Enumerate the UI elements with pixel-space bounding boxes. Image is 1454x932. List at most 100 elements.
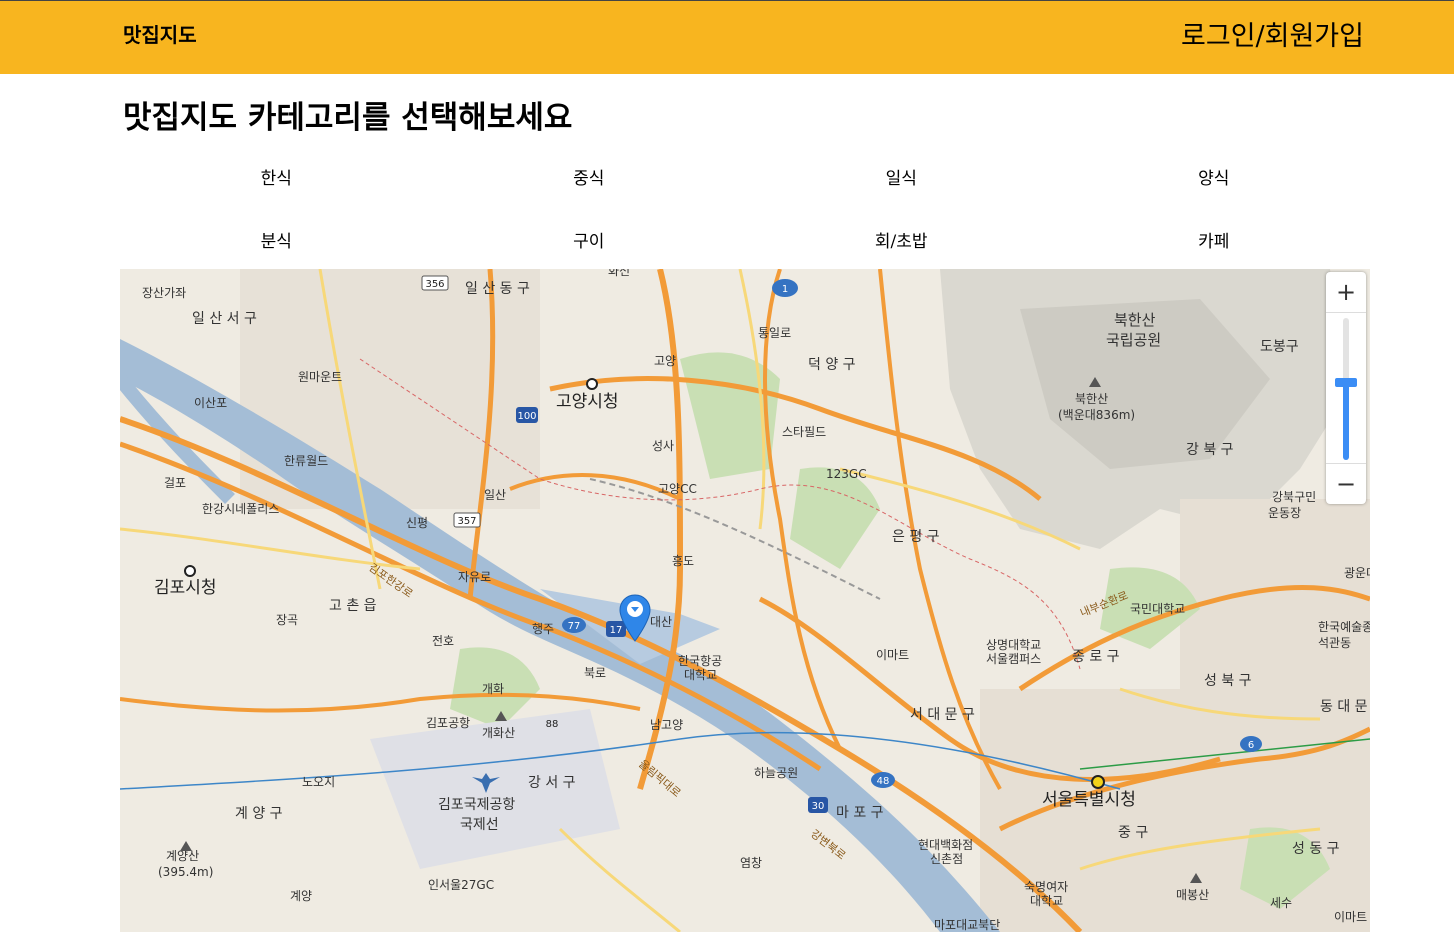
- label-mapo: 마 포 구: [836, 805, 884, 821]
- label-emart2: 이마트: [1334, 910, 1367, 924]
- label-starfield: 스타필드: [782, 425, 826, 439]
- category-grid: 한식 중식 일식 양식 분식 구이 회/초밥 카페: [120, 145, 1370, 271]
- label-bukhansan-peak: 북한산: [1075, 392, 1108, 406]
- label-ilsanseo: 일 산 서 구: [192, 311, 257, 327]
- label-mapogyo: 마포대교북단: [934, 918, 1000, 932]
- route-357: 357: [457, 516, 476, 527]
- route-77: 77: [568, 621, 581, 632]
- label-seongsa: 성사: [652, 439, 674, 453]
- label-sinpyeong: 신평: [406, 516, 428, 530]
- label-deokyang: 덕 양 구: [808, 357, 856, 373]
- category-chinese[interactable]: 중식: [433, 145, 746, 208]
- route-1: 1: [782, 284, 788, 295]
- label-ilsan: 일산: [484, 488, 506, 502]
- label-kau: 한국항공: [678, 654, 722, 668]
- label-incheon27: 인서울27GC: [428, 878, 494, 892]
- map-canvas[interactable]: 장산가좌 일 산 동 구 일 산 서 구 원마운트 이산포 한류월드 걸포 한강…: [120, 269, 1370, 932]
- category-grill[interactable]: 구이: [433, 208, 746, 271]
- label-gimpo-airport-stn: 김포공항: [426, 716, 470, 730]
- label-sesu: 세수: [1270, 896, 1292, 910]
- label-sookmyung2: 대학교: [1030, 894, 1063, 908]
- label-sangmyung: 상명대학교: [986, 638, 1041, 652]
- label-nojoji: 노오지: [302, 775, 335, 789]
- urban-seoul-center: [980, 689, 1200, 932]
- label-haengju: 행주: [532, 621, 554, 636]
- label-eunpyeong: 은 평 구: [892, 529, 940, 545]
- label-gwangun: 광운대: [1344, 566, 1370, 580]
- label-gaehwasan: 개화산: [482, 726, 515, 740]
- label-gyeyang: 계양: [290, 889, 312, 903]
- label-hyundai: 현대백화점: [918, 838, 973, 852]
- category-western[interactable]: 양식: [1058, 145, 1371, 208]
- label-sookmyung: 숙명여자: [1024, 880, 1068, 894]
- route-88: 88: [546, 719, 559, 730]
- zoom-level-fill: [1343, 381, 1349, 460]
- label-haneul: 하늘공원: [754, 766, 798, 780]
- label-hwajeon: 화전: [608, 269, 630, 278]
- zoom-control: + −: [1326, 272, 1366, 504]
- label-daesan: 대산: [650, 615, 672, 629]
- label-gangbuk-stad2: 운동장: [1268, 506, 1301, 520]
- label-goyang-cc: 고양CC: [658, 482, 697, 496]
- label-bukhansan-np: 북한산: [1114, 311, 1156, 329]
- category-korean[interactable]: 한식: [120, 145, 433, 208]
- label-dobong: 도봉구: [1260, 339, 1299, 355]
- category-snack[interactable]: 분식: [120, 208, 433, 271]
- category-sushi[interactable]: 회/초밥: [745, 208, 1058, 271]
- label-gyeyangsan-h: (395.4m): [158, 865, 213, 879]
- label-gimpo-intl2: 국제선: [460, 817, 499, 833]
- zoom-in-button[interactable]: +: [1326, 272, 1366, 313]
- label-gimpo-intl: 김포국제공항: [438, 797, 515, 813]
- brand-logo[interactable]: 맛집지도: [123, 19, 197, 48]
- label-gangbuk-stad: 강북구민: [1272, 490, 1316, 504]
- label-namgoyang: 남고양: [650, 718, 683, 732]
- route-100: 100: [517, 411, 536, 422]
- label-maebongsan: 매봉산: [1176, 888, 1209, 902]
- label-ilsandong: 일 산 동 구: [465, 281, 530, 297]
- location-pin-icon[interactable]: [619, 594, 651, 642]
- label-bukro: 북로: [584, 666, 606, 680]
- label-seoul-city: 서울특별시청: [1042, 790, 1136, 810]
- label-geolpo: 걸포: [164, 476, 186, 490]
- label-gimpo-city: 김포시청: [154, 578, 217, 598]
- label-jongno: 종 로 구: [1072, 649, 1120, 665]
- label-junggu: 중 구: [1118, 825, 1148, 841]
- zoom-slider-handle[interactable]: [1335, 377, 1357, 387]
- route-48: 48: [877, 776, 890, 787]
- label-seongbuk: 성 북 구: [1204, 673, 1252, 689]
- label-sangmyung2: 서울캠퍼스: [986, 652, 1041, 666]
- label-kau2: 대학교: [684, 668, 717, 682]
- label-yeomchang: 염창: [740, 856, 762, 870]
- label-bukhansan-peak2: (백운대836m): [1058, 408, 1135, 422]
- route-6: 6: [1248, 740, 1254, 751]
- top-header: 맛집지도 로그인/회원가입: [0, 0, 1454, 74]
- label-hongdo: 흥도: [672, 554, 694, 568]
- category-cafe[interactable]: 카페: [1058, 208, 1371, 271]
- label-hanryu: 한류월드: [284, 454, 328, 468]
- label-jangsan: 장산가좌: [142, 286, 186, 300]
- route-356: 356: [425, 279, 444, 290]
- label-wonmaun: 원마운트: [298, 370, 342, 384]
- label-123gc: 123GC: [826, 467, 867, 481]
- zoom-out-button[interactable]: −: [1326, 463, 1366, 504]
- login-signup-link[interactable]: 로그인/회원가입: [1181, 14, 1364, 53]
- label-goyang-city: 고양시청: [556, 392, 619, 412]
- label-isanpo: 이산포: [194, 396, 227, 410]
- label-seodaemun: 서 대 문 구: [910, 707, 975, 723]
- label-kookmin: 국민대학교: [1130, 602, 1185, 616]
- category-japanese[interactable]: 일식: [745, 145, 1058, 208]
- route-30: 30: [812, 801, 825, 812]
- label-goyang: 고양: [654, 354, 676, 368]
- label-tongil: 통일로: [758, 326, 791, 340]
- map-view[interactable]: 장산가좌 일 산 동 구 일 산 서 구 원마운트 이산포 한류월드 걸포 한강…: [120, 269, 1370, 932]
- label-emart: 이마트: [876, 648, 909, 662]
- label-gangbuk: 강 북 구: [1186, 442, 1234, 458]
- label-gyeyang-gu: 계 양 구: [235, 806, 283, 822]
- label-karts2: 석관동: [1318, 636, 1351, 650]
- page-title: 맛집지도 카테고리를 선택해보세요: [123, 100, 573, 136]
- label-bukhansan-np2: 국립공원: [1106, 331, 1161, 349]
- label-janggok: 장곡: [276, 613, 298, 627]
- label-jeonho: 전호: [432, 634, 454, 648]
- label-goneup: 고 촌 읍: [329, 598, 377, 614]
- label-seongdong: 성 동 구: [1292, 841, 1340, 857]
